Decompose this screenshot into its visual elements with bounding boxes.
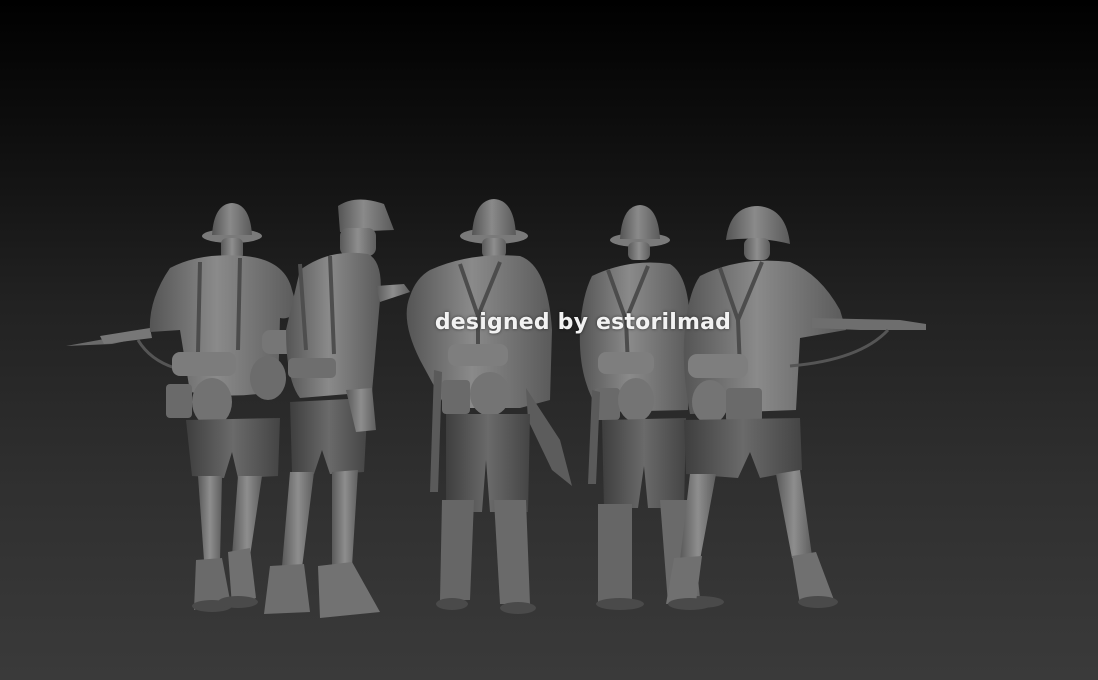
soldier-1-figure bbox=[66, 203, 302, 612]
watermark-label: designed by estorilmad bbox=[434, 310, 732, 335]
watermark-text: designed by estorilmad bbox=[0, 310, 1098, 335]
soldier-3-figure bbox=[406, 199, 572, 614]
soldier-figures-render bbox=[66, 199, 926, 618]
soldier-2-figure bbox=[264, 199, 410, 618]
soldier-5-figure bbox=[666, 206, 926, 610]
